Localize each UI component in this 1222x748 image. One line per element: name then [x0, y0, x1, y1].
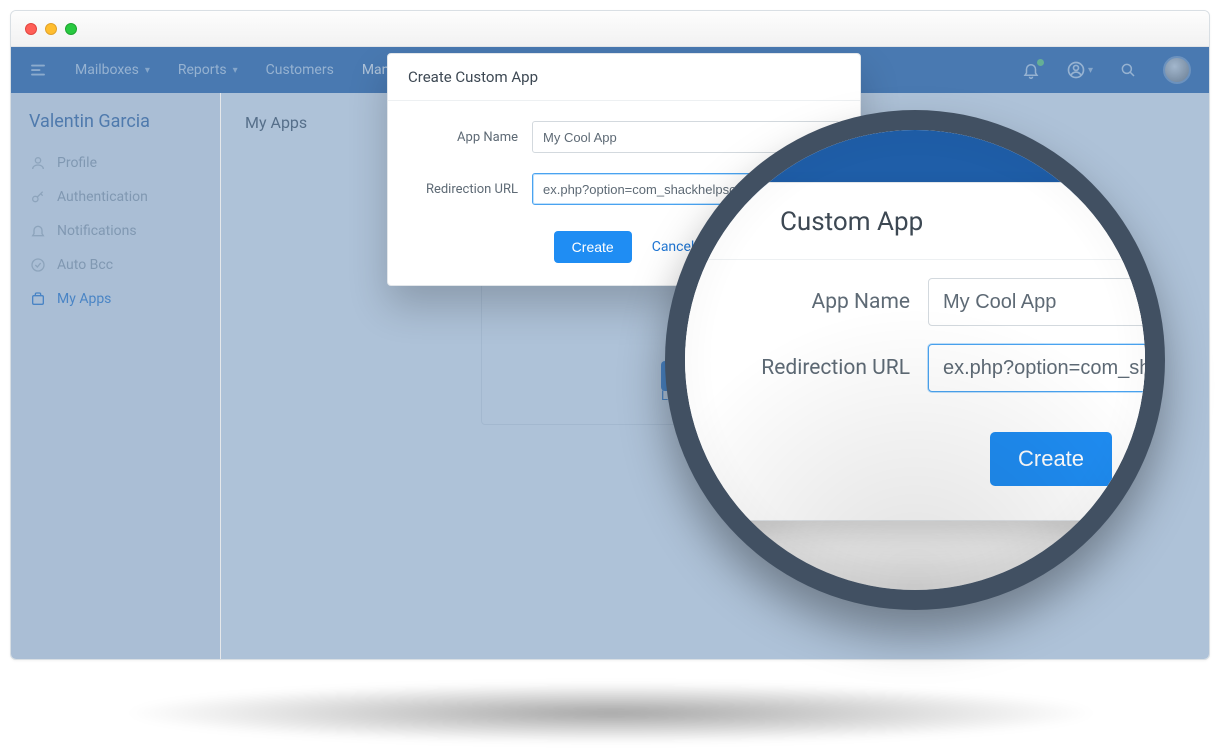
sidebar-item-notifications[interactable]: Notifications [11, 214, 220, 248]
sidebar-item-label: Notifications [57, 223, 137, 239]
redirect-url-label: Redirection URL [408, 182, 518, 197]
search-button[interactable] [1119, 61, 1137, 79]
sidebar-item-label: Profile [57, 155, 97, 171]
nav-reports-label: Reports [178, 62, 227, 78]
sidebar-item-label: Auto Bcc [57, 257, 113, 273]
window-zoom-button[interactable] [65, 23, 77, 35]
magnifier-create-button[interactable]: Create [990, 432, 1112, 486]
stage-shadow [120, 683, 1102, 743]
apps-icon [29, 291, 47, 307]
nav-customers[interactable]: Customers [266, 62, 334, 78]
app-logo-icon [29, 61, 47, 79]
mail-icon [29, 257, 47, 273]
nav-mailboxes[interactable]: Mailboxes [75, 62, 150, 78]
account-icon [1066, 60, 1086, 80]
nav-reports[interactable]: Reports [178, 62, 238, 78]
user-avatar[interactable] [1163, 56, 1191, 84]
sidebar-item-myapps[interactable]: My Apps [11, 282, 220, 316]
magnifier-app-name-label: App Name [720, 290, 910, 314]
profile-icon [29, 155, 47, 171]
magnifier-glass: Custom App App Name Redirection URL Crea… [685, 130, 1145, 590]
bell-outline-icon [29, 223, 47, 239]
sidebar-item-autobcc[interactable]: Auto Bcc [11, 248, 220, 282]
key-icon [29, 189, 47, 205]
notifications-button[interactable] [1022, 61, 1040, 79]
magnifier: Custom App App Name Redirection URL Crea… [665, 110, 1165, 610]
sidebar-item-profile[interactable]: Profile [11, 146, 220, 180]
sidebar: Valentin Garcia Profile Authentication N… [11, 93, 221, 659]
create-button[interactable]: Create [554, 231, 632, 263]
app-name-label: App Name [408, 130, 518, 145]
sidebar-item-label: My Apps [57, 291, 111, 307]
sidebar-item-label: Authentication [57, 189, 148, 205]
search-icon [1119, 61, 1137, 79]
modal-title: Create Custom App [388, 54, 860, 101]
magnifier-redirect-label: Redirection URL [720, 356, 910, 380]
notification-dot [1037, 59, 1044, 66]
magnifier-modal-card: Custom App App Name Redirection URL Crea… [685, 182, 1145, 521]
nav-mailboxes-label: Mailboxes [75, 62, 139, 78]
window-minimize-button[interactable] [45, 23, 57, 35]
magnifier-app-name-input[interactable] [928, 278, 1145, 326]
window-titlebar [11, 11, 1209, 47]
account-menu-button[interactable] [1066, 60, 1093, 80]
sidebar-user-name: Valentin Garcia [11, 111, 220, 146]
magnifier-modal-title: Custom App [685, 183, 1145, 260]
magnifier-redirect-input[interactable] [928, 344, 1145, 392]
nav-customers-label: Customers [266, 62, 334, 78]
sidebar-item-authentication[interactable]: Authentication [11, 180, 220, 214]
window-close-button[interactable] [25, 23, 37, 35]
